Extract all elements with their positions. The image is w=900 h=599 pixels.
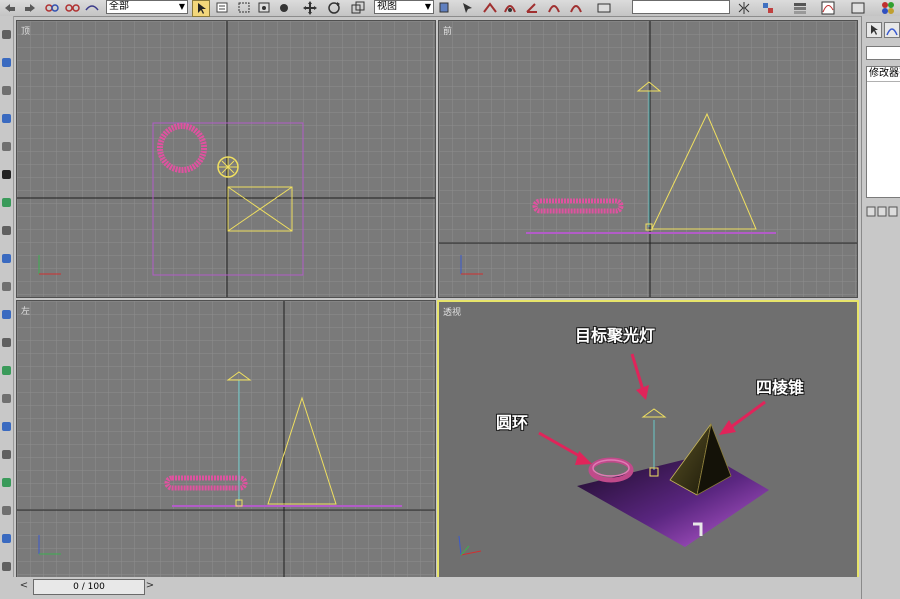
tool-icon[interactable]	[2, 534, 11, 543]
axis-gizmo	[458, 535, 482, 556]
tool-icon[interactable]	[2, 338, 11, 347]
tool-icon[interactable]	[2, 226, 11, 235]
chevron-down-icon: ▼	[424, 2, 431, 11]
tool-icon[interactable]	[2, 170, 11, 179]
viewport-top-scene	[17, 21, 435, 297]
modifier-list[interactable]: 修改器列表	[866, 66, 900, 198]
select-manipulate-icon[interactable]	[460, 0, 476, 15]
named-selection-icon[interactable]	[596, 0, 612, 15]
annotation-torus-label: 圆环	[496, 413, 529, 432]
tool-icon[interactable]	[2, 310, 11, 319]
tool-icon[interactable]	[2, 506, 11, 515]
viewport-front[interactable]: 前	[438, 20, 858, 298]
spotlight-shape	[641, 408, 667, 418]
tool-icon[interactable]	[2, 394, 11, 403]
tool-icon[interactable]	[2, 282, 11, 291]
select-icon[interactable]	[192, 0, 210, 17]
tool-icon[interactable]	[2, 114, 11, 123]
select-move-icon[interactable]	[276, 0, 292, 15]
create-tab-icon[interactable]	[866, 22, 882, 38]
tool-icon[interactable]	[2, 366, 11, 375]
tool-icon[interactable]	[2, 142, 11, 151]
tool-icon[interactable]	[2, 478, 11, 487]
viewport-left[interactable]: 左	[16, 300, 436, 578]
tool-icon[interactable]	[2, 58, 11, 67]
modify-tab-icon[interactable]	[884, 22, 900, 38]
viewport-label[interactable]: 前	[443, 24, 452, 37]
selection-filter-value: 全部	[109, 1, 129, 12]
percent-snap-icon[interactable]	[546, 0, 562, 15]
viewport-top[interactable]: 顶	[16, 20, 436, 298]
angle-snap-icon[interactable]	[524, 0, 540, 15]
selection-filter-dropdown[interactable]: 全部 ▼	[106, 0, 188, 14]
window-crossing-icon[interactable]	[256, 0, 272, 15]
spinner-snap-icon[interactable]	[568, 0, 584, 15]
keyboard-shortcut-icon[interactable]	[482, 0, 498, 15]
tool-icon[interactable]	[2, 198, 11, 207]
object-name-field[interactable]	[866, 46, 900, 60]
viewport-left-scene	[17, 301, 435, 577]
annotation-arrows	[538, 353, 766, 465]
time-next-button[interactable]: >	[145, 579, 155, 593]
left-toolbar	[0, 16, 14, 584]
link-icon[interactable]	[44, 0, 60, 15]
bind-space-warp-icon[interactable]	[84, 0, 100, 15]
command-panel: 修改器列表	[861, 16, 900, 599]
modifier-list-label[interactable]: 修改器列表	[867, 67, 900, 82]
named-selection-field[interactable]	[632, 0, 730, 14]
tool-icon[interactable]	[2, 254, 11, 263]
tool-icon[interactable]	[2, 422, 11, 431]
unlink-icon[interactable]	[64, 0, 80, 15]
reference-coord-value: 视图	[377, 1, 397, 12]
timeline-bar: < 0 / 100 >	[13, 577, 861, 599]
plane-shape	[577, 454, 769, 547]
rect-region-icon[interactable]	[236, 0, 252, 15]
tool-icon[interactable]	[2, 562, 11, 571]
tool-icon[interactable]	[2, 86, 11, 95]
time-prev-button[interactable]: <	[19, 579, 29, 593]
chevron-down-icon: ▼	[178, 2, 185, 11]
annotation-spotlight-label: 目标聚光灯	[575, 326, 656, 345]
reference-coord-dropdown[interactable]: 视图 ▼	[374, 0, 434, 14]
align-icon[interactable]	[760, 0, 776, 15]
modifier-stack-controls	[866, 206, 900, 218]
time-slider[interactable]: 0 / 100	[33, 579, 145, 595]
viewport-label[interactable]: 顶	[21, 24, 30, 37]
viewport-label[interactable]: 透视	[443, 305, 461, 318]
viewport-front-scene	[439, 21, 857, 297]
annotation-pyramid-label: 四棱锥	[756, 378, 805, 397]
curve-editor-icon[interactable]	[820, 0, 836, 15]
select-by-name-icon[interactable]	[214, 0, 230, 15]
rotate-icon[interactable]	[326, 0, 342, 15]
viewport-perspective[interactable]: 透视 目标聚光灯 四棱锥 圆环	[437, 300, 859, 579]
mirror-icon[interactable]	[736, 0, 752, 15]
schematic-view-icon[interactable]	[850, 0, 866, 15]
snap-icon[interactable]	[502, 0, 518, 15]
layer-manager-icon[interactable]	[792, 0, 808, 15]
main-toolbar: 全部 ▼ 视图 ▼	[0, 0, 900, 17]
viewport-label[interactable]: 左	[21, 304, 30, 317]
pivot-center-icon[interactable]	[436, 0, 452, 15]
redo-icon[interactable]	[22, 0, 38, 15]
undo-icon[interactable]	[2, 0, 18, 15]
move-icon[interactable]	[302, 0, 318, 15]
material-editor-icon[interactable]	[880, 0, 896, 15]
scale-icon[interactable]	[350, 0, 366, 15]
tool-icon[interactable]	[2, 30, 11, 39]
tool-icon[interactable]	[2, 450, 11, 459]
